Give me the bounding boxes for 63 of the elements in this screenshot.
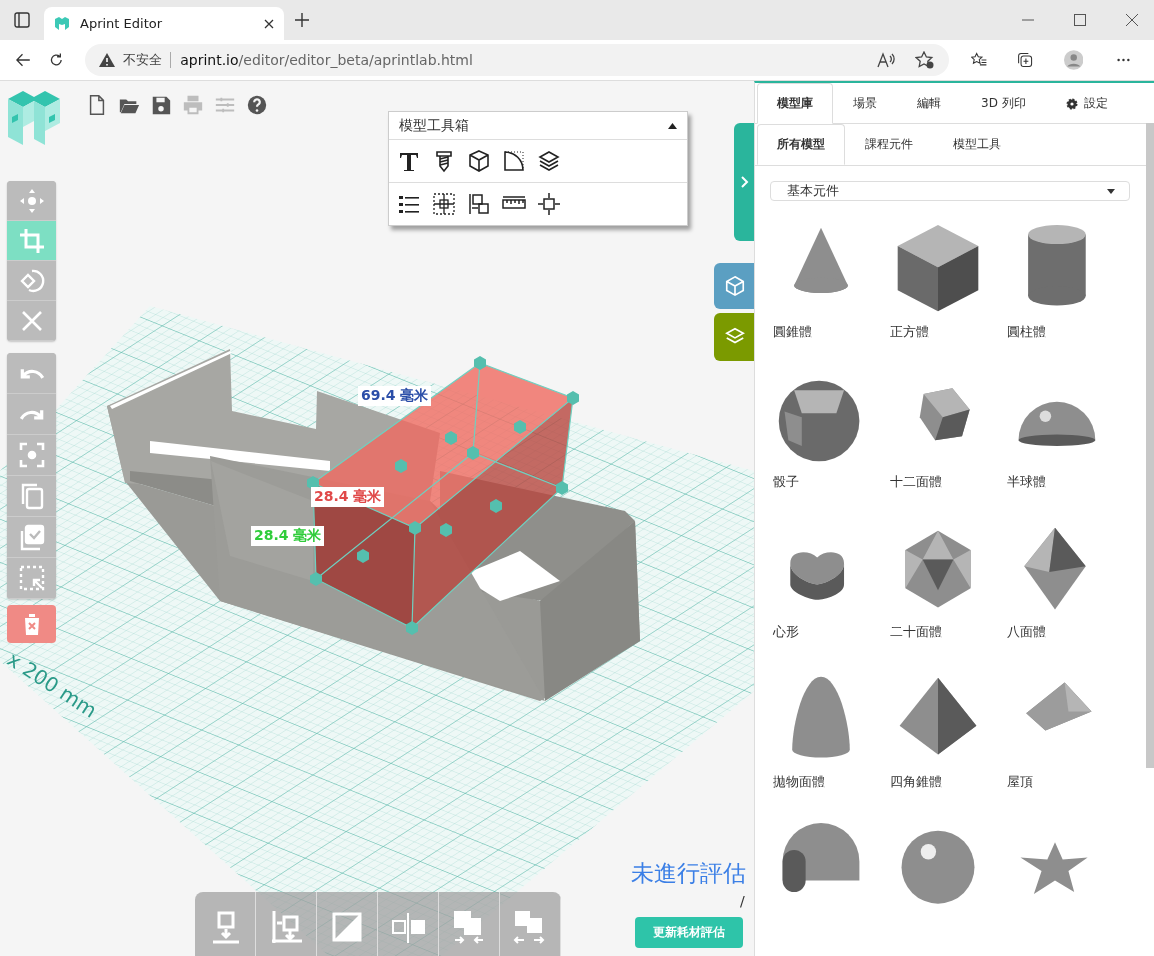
select-icon xyxy=(17,564,46,592)
view-cube-button[interactable] xyxy=(714,263,754,309)
model-name[interactable]: 四角錐體 xyxy=(890,773,1007,791)
new-tab-icon[interactable] xyxy=(294,12,310,28)
close-icon[interactable] xyxy=(264,18,274,29)
warning-icon xyxy=(99,53,116,67)
scale-tool-icon[interactable] xyxy=(537,192,561,216)
estimate-separator: / xyxy=(740,893,745,909)
help-icon[interactable] xyxy=(246,94,268,116)
browser-tab[interactable]: Aprint Editor xyxy=(44,7,284,40)
tab-actions-icon[interactable] xyxy=(14,12,30,28)
tab-title: Aprint Editor xyxy=(80,16,163,31)
model-name[interactable]: 圓錐體 xyxy=(773,323,890,341)
divider-icon xyxy=(170,52,173,68)
model-name[interactable]: 十二面體 xyxy=(890,473,1007,491)
profile-avatar-icon[interactable] xyxy=(1063,48,1084,72)
favorite-add-icon[interactable] xyxy=(915,51,936,69)
model-name[interactable]: 拋物面體 xyxy=(773,773,890,791)
model-name[interactable]: 半球體 xyxy=(1007,473,1124,491)
dimension-label: 28.4 毫米 xyxy=(311,487,385,507)
security-label[interactable]: 不安全 xyxy=(123,51,163,69)
url-text[interactable]: aprint.io/editor/editor_beta/aprintlab.html xyxy=(180,52,473,68)
maximize-icon[interactable] xyxy=(1074,14,1086,26)
close-icon[interactable] xyxy=(1126,14,1138,26)
panel-tab[interactable]: 模型庫 xyxy=(757,83,833,124)
redo-icon xyxy=(17,407,46,421)
model-name[interactable]: 圓柱體 xyxy=(1007,323,1124,341)
app-logo-icon xyxy=(54,15,70,32)
bed-size-label: x 200 mm xyxy=(2,647,102,723)
caret-icon xyxy=(1107,188,1115,194)
settings-icon xyxy=(1065,97,1078,110)
model-name[interactable]: 屋頂 xyxy=(1007,773,1124,791)
back-icon[interactable] xyxy=(16,51,31,69)
focus-icon xyxy=(17,441,46,469)
cube-icon xyxy=(724,275,746,297)
model-name[interactable]: 二十面體 xyxy=(890,623,1007,641)
favorites-icon[interactable] xyxy=(971,51,988,69)
crop-icon xyxy=(17,226,46,255)
toolbox-title: 模型工具箱 xyxy=(399,116,469,135)
collections-icon[interactable] xyxy=(1017,51,1034,69)
save-icon[interactable] xyxy=(150,94,172,116)
estimate-status: 未進行評估 xyxy=(631,859,746,888)
more-icon[interactable] xyxy=(1117,58,1130,62)
layers-button[interactable] xyxy=(714,313,754,361)
sub-tab[interactable]: 所有模型 xyxy=(757,124,845,165)
quarter-tool-icon[interactable] xyxy=(502,149,526,173)
check-tool-button[interactable] xyxy=(7,517,56,558)
center-tool-icon[interactable] xyxy=(432,192,456,216)
model-name[interactable]: 心形 xyxy=(773,623,890,641)
app-logo-icon xyxy=(6,89,62,147)
cube-tool-icon[interactable] xyxy=(467,149,491,173)
chevron-right-icon xyxy=(741,176,749,188)
align-tool-icon[interactable] xyxy=(467,192,491,216)
category-dropdown[interactable]: 基本元件 xyxy=(770,181,1130,201)
layers-tool-icon[interactable] xyxy=(537,149,561,173)
model-name[interactable]: 骰子 xyxy=(773,473,890,491)
dimension-label: 69.4 毫米 xyxy=(358,386,432,406)
collapse-caret-icon[interactable] xyxy=(668,122,677,129)
scrollbar[interactable] xyxy=(1146,123,1154,768)
dimension-label: 28.4 毫米 xyxy=(251,526,325,546)
read-aloud-icon[interactable] xyxy=(877,52,896,68)
model-name[interactable]: 八面體 xyxy=(1007,623,1124,641)
model-name[interactable]: 正方體 xyxy=(890,323,1007,341)
